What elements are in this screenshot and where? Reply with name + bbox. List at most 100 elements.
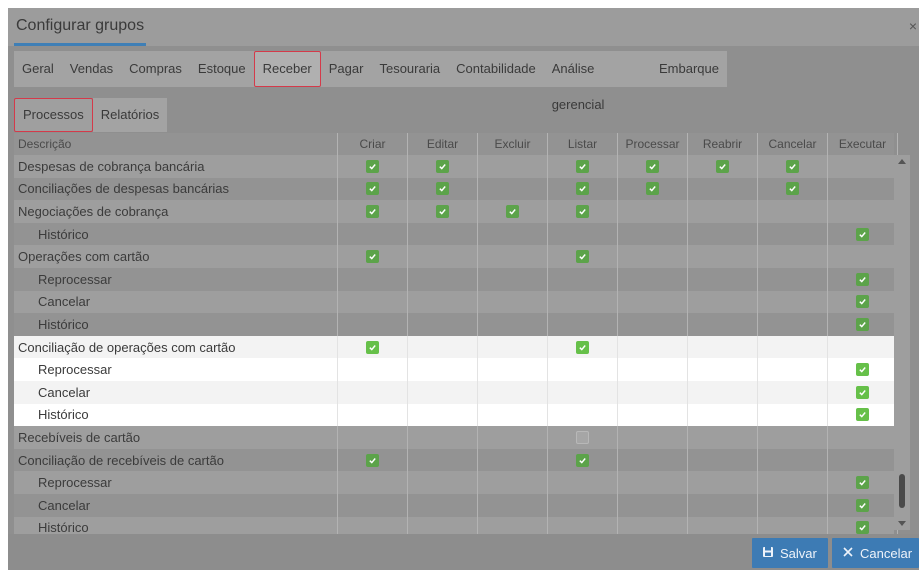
checked-checkbox-icon[interactable]: [716, 159, 729, 173]
table-row[interactable]: Reprocessar: [14, 267, 898, 291]
table-row[interactable]: Reprocessar: [14, 471, 898, 494]
permission-cell: [478, 448, 548, 472]
column-header[interactable]: Criar: [338, 133, 408, 155]
permission-cell: [338, 358, 408, 381]
checked-checkbox-icon[interactable]: [366, 250, 379, 264]
checked-checkbox-icon[interactable]: [366, 453, 379, 467]
checked-checkbox-icon[interactable]: [576, 340, 589, 354]
unchecked-checkbox-icon[interactable]: [576, 430, 589, 444]
column-header[interactable]: Processar: [618, 133, 688, 155]
tab-geral[interactable]: Geral: [14, 51, 62, 87]
permission-cell: [338, 267, 408, 291]
checked-checkbox-icon[interactable]: [576, 182, 589, 196]
checked-checkbox-icon[interactable]: [366, 159, 379, 173]
permission-cell: [828, 426, 898, 449]
checked-checkbox-icon[interactable]: [856, 317, 869, 331]
checked-checkbox-icon[interactable]: [366, 182, 379, 196]
checked-checkbox-icon[interactable]: [856, 295, 869, 309]
checked-checkbox-icon[interactable]: [646, 159, 659, 173]
permission-cell: [548, 335, 618, 359]
subtab-processos[interactable]: Processos: [14, 98, 93, 132]
scroll-thumb[interactable]: [899, 474, 905, 508]
permission-cell: [828, 448, 898, 472]
table-row[interactable]: Despesas de cobrança bancária: [14, 155, 898, 178]
permission-cell: [478, 358, 548, 381]
tab-contabilidade[interactable]: Contabilidade: [448, 51, 544, 87]
table-row[interactable]: Cancelar: [14, 493, 898, 517]
column-header[interactable]: Descrição: [14, 133, 338, 155]
permission-cell: [338, 403, 408, 427]
permission-cell: [758, 471, 828, 494]
column-header[interactable]: Listar: [548, 133, 618, 155]
permission-cell: [408, 448, 478, 472]
tab-compras[interactable]: Compras: [121, 51, 190, 87]
permission-cell: [618, 155, 688, 178]
checked-checkbox-icon[interactable]: [366, 204, 379, 218]
permission-cell: [408, 471, 478, 494]
table-row[interactable]: Negociações de cobrança: [14, 200, 898, 223]
table-row[interactable]: Conciliação de recebíveis de cartão: [14, 448, 898, 472]
permissions-grid: Descrição Criar Editar Excluir Listar Process…: [14, 133, 898, 540]
permission-cell: [548, 426, 618, 449]
column-header[interactable]: Cancelar: [758, 133, 828, 155]
tab-análise-gerencial[interactable]: Análise gerencial: [544, 51, 651, 112]
table-row[interactable]: Cancelar: [14, 290, 898, 314]
cancel-button[interactable]: Cancelar: [832, 538, 919, 568]
table-row[interactable]: Cancelar: [14, 380, 898, 404]
checked-checkbox-icon[interactable]: [856, 498, 869, 512]
table-row[interactable]: Histórico: [14, 313, 898, 336]
scroll-down-icon[interactable]: [898, 521, 906, 526]
grid-scrollbar[interactable]: [894, 155, 910, 530]
checked-checkbox-icon[interactable]: [856, 385, 869, 399]
checked-checkbox-icon[interactable]: [786, 182, 799, 196]
checked-checkbox-icon[interactable]: [436, 204, 449, 218]
column-header[interactable]: Excluir: [478, 133, 548, 155]
permission-cell: [338, 448, 408, 472]
tab-receber[interactable]: Receber: [253, 51, 321, 87]
checked-checkbox-icon[interactable]: [856, 408, 869, 422]
scroll-up-icon[interactable]: [898, 159, 906, 164]
row-description: Despesas de cobrança bancária: [14, 155, 338, 178]
column-header[interactable]: Editar: [408, 133, 478, 155]
checked-checkbox-icon[interactable]: [506, 204, 519, 218]
permission-cell: [338, 245, 408, 268]
permission-cell: [478, 335, 548, 359]
permission-cell: [618, 245, 688, 268]
checked-checkbox-icon[interactable]: [856, 272, 869, 286]
checked-checkbox-icon[interactable]: [366, 340, 379, 354]
close-icon[interactable]: ×: [909, 18, 917, 34]
checked-checkbox-icon[interactable]: [856, 521, 869, 535]
table-row[interactable]: Recebíveis de cartão: [14, 426, 898, 449]
checked-checkbox-icon[interactable]: [786, 159, 799, 173]
table-row[interactable]: Operações com cartão: [14, 245, 898, 268]
checked-checkbox-icon[interactable]: [576, 453, 589, 467]
checked-checkbox-icon[interactable]: [646, 182, 659, 196]
tab-estoque[interactable]: Estoque: [190, 51, 254, 87]
tab-vendas[interactable]: Vendas: [62, 51, 121, 87]
checked-checkbox-icon[interactable]: [576, 204, 589, 218]
table-row[interactable]: Histórico: [14, 222, 898, 246]
permission-cell: [338, 177, 408, 201]
tab-embarque[interactable]: Embarque: [651, 51, 727, 87]
tab-pagar[interactable]: Pagar: [321, 51, 372, 87]
save-button[interactable]: Salvar: [752, 538, 828, 568]
permission-cell: [828, 335, 898, 359]
table-row[interactable]: Conciliações de despesas bancárias: [14, 177, 898, 201]
subtab-relatórios[interactable]: Relatórios: [92, 98, 168, 132]
checked-checkbox-icon[interactable]: [576, 159, 589, 173]
tab-tesouraria[interactable]: Tesouraria: [371, 51, 448, 87]
table-row[interactable]: Conciliação de operações com cartão: [14, 335, 898, 359]
permission-cell: [828, 313, 898, 336]
checked-checkbox-icon[interactable]: [436, 159, 449, 173]
checked-checkbox-icon[interactable]: [856, 227, 869, 241]
checked-checkbox-icon[interactable]: [856, 476, 869, 490]
permission-cell: [618, 380, 688, 404]
checked-checkbox-icon[interactable]: [436, 182, 449, 196]
permission-cell: [758, 177, 828, 201]
column-header[interactable]: Executar: [828, 133, 898, 155]
table-row[interactable]: Histórico: [14, 403, 898, 427]
checked-checkbox-icon[interactable]: [856, 363, 869, 377]
table-row[interactable]: Reprocessar: [14, 358, 898, 381]
column-header[interactable]: Reabrir: [688, 133, 758, 155]
checked-checkbox-icon[interactable]: [576, 250, 589, 264]
